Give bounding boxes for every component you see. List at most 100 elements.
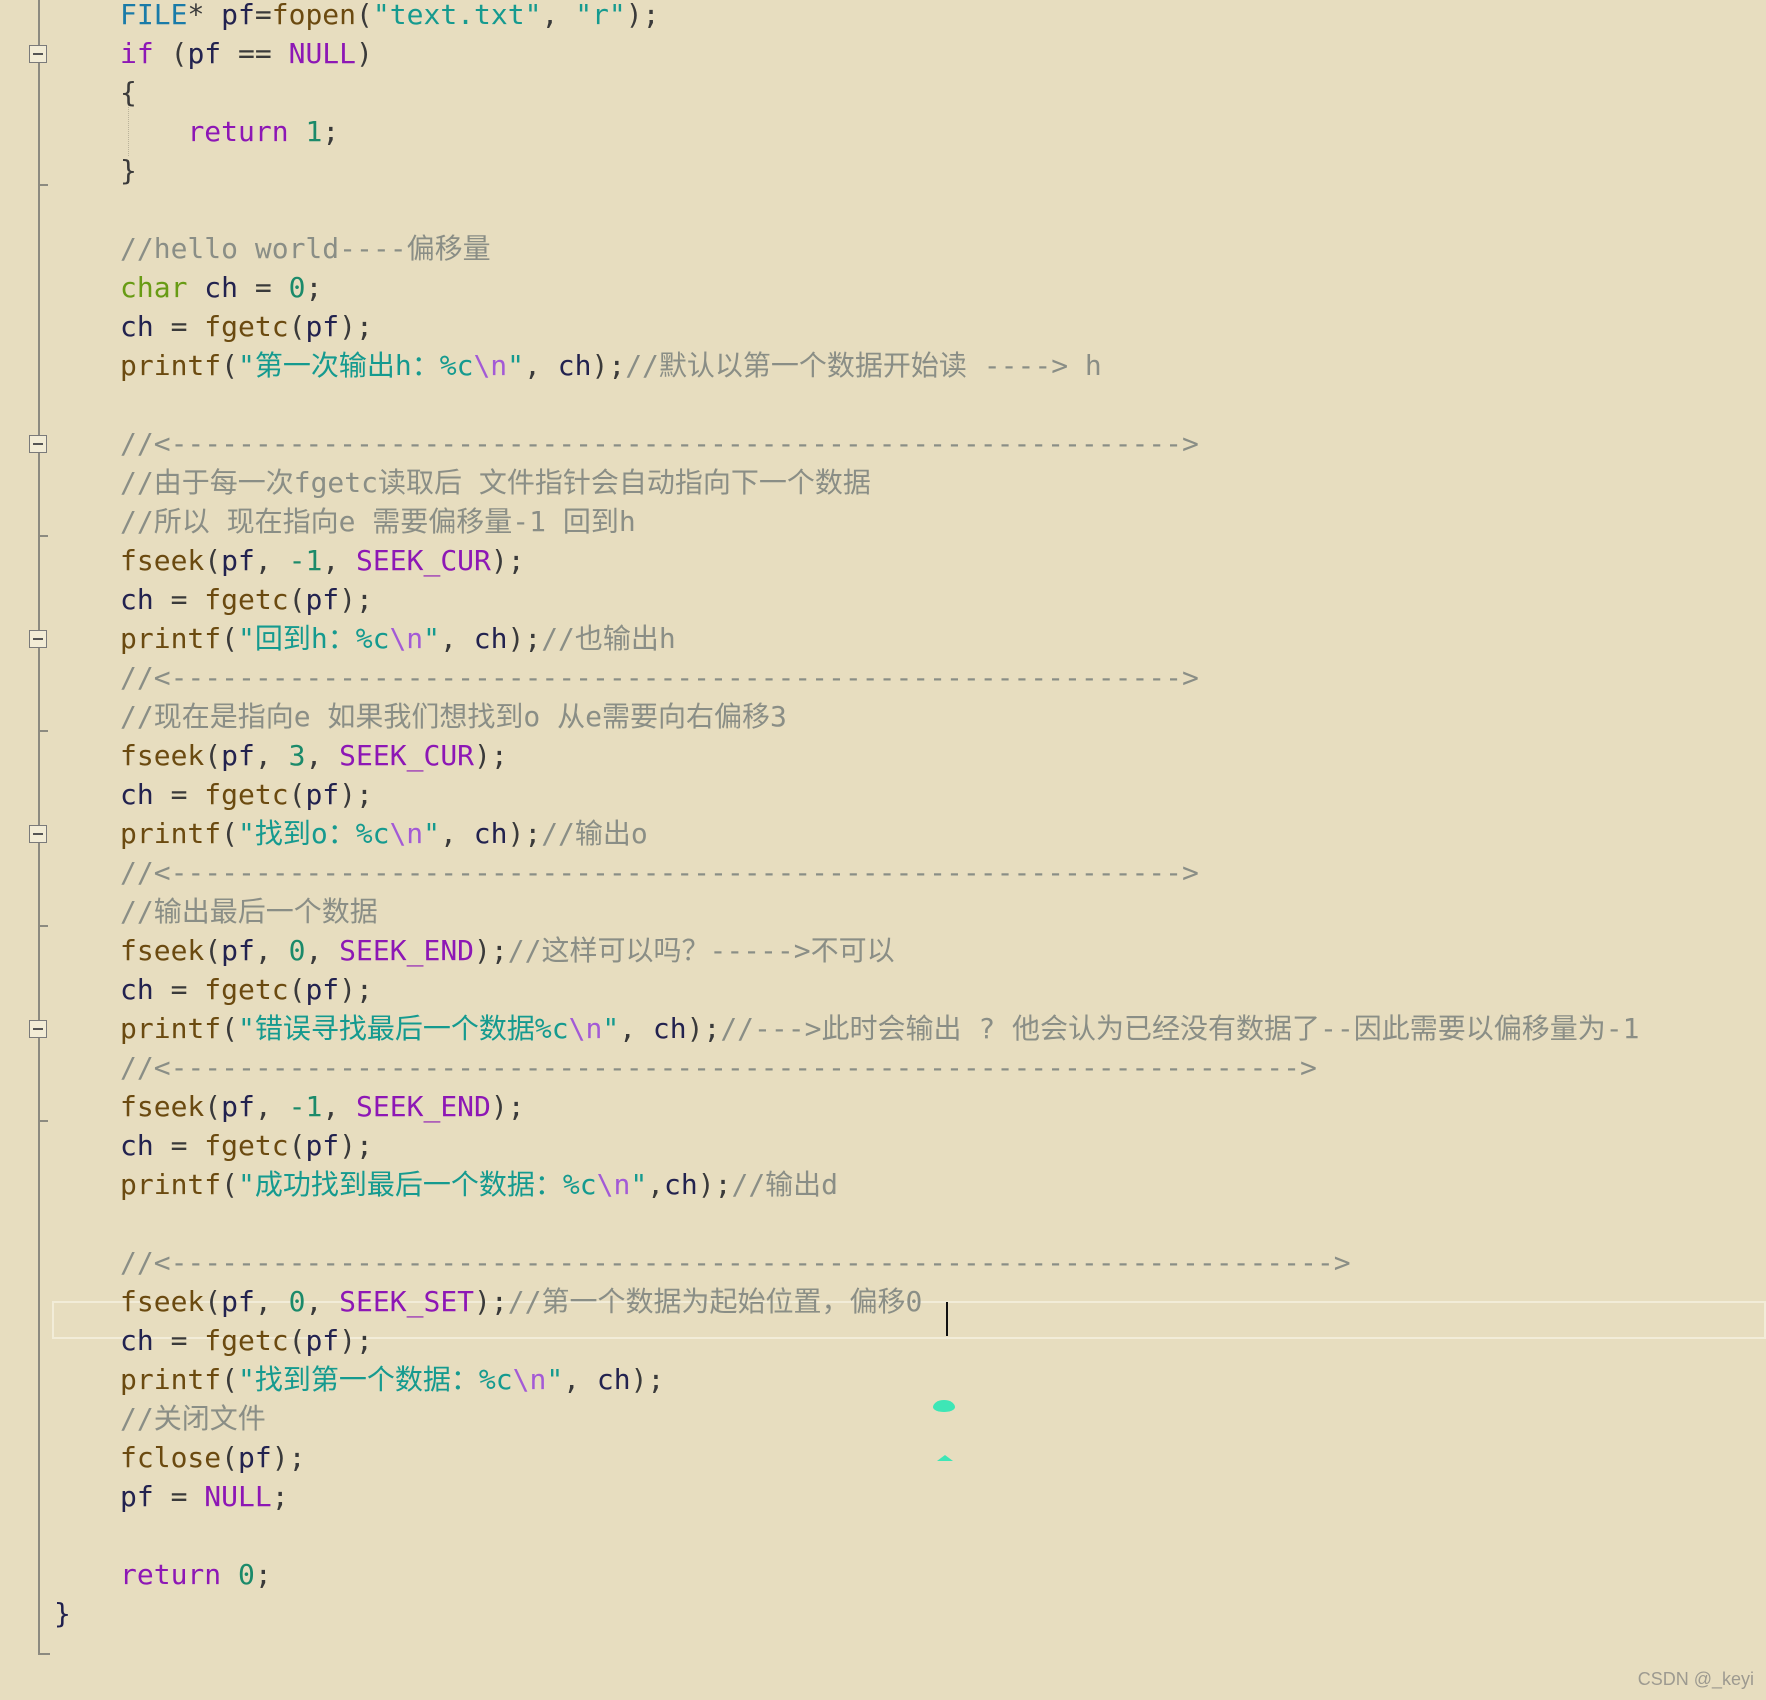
code-line[interactable]: fseek(pf, 0, SEEK_END);//这样可以吗？----->不可以 <box>120 931 895 970</box>
code-token: printf <box>120 349 222 382</box>
code-line[interactable]: if (pf == NULL) <box>120 34 373 73</box>
collapse-region-icon[interactable] <box>29 45 47 63</box>
code-token: ch <box>557 349 592 382</box>
code-token: 0 <box>238 1558 255 1591</box>
collapse-region-icon[interactable] <box>29 825 47 843</box>
collapse-region-icon[interactable] <box>29 435 47 453</box>
code-line[interactable]: //输出最后一个数据 <box>120 892 378 931</box>
code-line[interactable]: //关闭文件 <box>120 1399 266 1438</box>
code-token: NULL <box>288 37 357 70</box>
code-line[interactable]: //由于每一次fgetc读取后 文件指针会自动指向下一个数据 <box>120 463 871 502</box>
code-line[interactable]: FILE* pf=fopen("text.txt", "r"); <box>120 0 659 34</box>
code-token: pf <box>221 739 255 772</box>
code-line[interactable]: } <box>120 151 137 190</box>
code-token: ( <box>221 1441 239 1474</box>
code-line[interactable]: ch = fgetc(pf); <box>120 775 373 814</box>
fold-gutter-end <box>38 1653 50 1655</box>
code-line[interactable]: //<-------------------------------------… <box>120 853 1199 892</box>
code-line[interactable]: return 1; <box>120 112 339 151</box>
code-line[interactable]: printf("找到第一个数据：%c\n", ch); <box>120 1360 664 1399</box>
code-token: pf <box>305 1324 340 1357</box>
fold-end-tick <box>38 1120 48 1122</box>
code-line[interactable]: ch = fgetc(pf); <box>120 970 373 1009</box>
code-line[interactable]: char ch = 0; <box>120 268 322 307</box>
code-line[interactable]: ch = fgetc(pf); <box>120 1321 373 1360</box>
code-token: = <box>153 583 205 616</box>
code-token: fgetc <box>204 583 289 616</box>
code-token: ); <box>474 1285 508 1318</box>
code-line[interactable]: //<-------------------------------------… <box>120 1048 1317 1087</box>
code-line[interactable]: pf = NULL; <box>120 1477 289 1516</box>
code-token: "第一次输出h：%c <box>238 349 474 382</box>
code-line[interactable]: printf("第一次输出h：%c\n", ch);//默认以第一个数据开始读 … <box>120 346 1102 385</box>
code-line[interactable]: printf("回到h：%c\n", ch);//也输出h <box>120 619 676 658</box>
code-token: ( <box>288 1324 306 1357</box>
code-token: //输出o <box>541 817 648 850</box>
code-token: ) <box>356 37 373 70</box>
code-token: " <box>630 1168 648 1201</box>
code-line[interactable]: //hello world----偏移量 <box>120 229 491 268</box>
code-line[interactable]: printf("成功找到最后一个数据：%c\n",ch);//输出d <box>120 1165 838 1204</box>
code-line[interactable]: fseek(pf, 0, SEEK_SET);//第一个数据为起始位置，偏移0 <box>120 1282 922 1321</box>
code-line[interactable]: //<-------------------------------------… <box>120 1243 1351 1282</box>
fold-end-tick <box>38 925 48 927</box>
code-token: , <box>524 349 558 382</box>
code-line[interactable]: //现在是指向e 如果我们想找到o 从e需要向右偏移3 <box>120 697 787 736</box>
code-token: " <box>507 349 525 382</box>
code-token: ( <box>288 583 306 616</box>
code-line[interactable]: { <box>120 73 137 112</box>
code-line[interactable]: printf("错误寻找最后一个数据%c\n", ch);//--->此时会输出… <box>120 1009 1639 1048</box>
code-token: ch <box>652 1012 687 1045</box>
code-token: //hello world----偏移量 <box>120 232 491 265</box>
code-token: fgetc <box>204 973 289 1006</box>
collapse-region-icon[interactable] <box>29 630 47 648</box>
code-token: //第一个数据为起始位置，偏移0 <box>507 1285 923 1318</box>
code-token: return <box>120 1558 222 1591</box>
code-token: "r" <box>575 0 626 31</box>
code-token: ); <box>490 1090 525 1123</box>
code-token: ( <box>288 973 306 1006</box>
code-token: printf <box>120 622 222 655</box>
code-token: SEEK_END <box>339 934 475 967</box>
code-line[interactable]: ch = fgetc(pf); <box>120 580 373 619</box>
code-line[interactable]: fclose(pf); <box>120 1438 305 1477</box>
code-line[interactable]: //所以 现在指向e 需要偏移量-1 回到h <box>120 502 636 541</box>
code-token: //<-------------------------------------… <box>120 1051 1317 1084</box>
code-line[interactable]: return 0; <box>120 1555 272 1594</box>
code-token: //<-------------------------------------… <box>120 661 1199 694</box>
code-line[interactable]: ch = fgetc(pf); <box>120 307 373 346</box>
code-token: , <box>440 622 474 655</box>
function-closing-brace[interactable]: } <box>54 1594 71 1633</box>
code-token: ch <box>473 817 508 850</box>
code-line[interactable]: fseek(pf, 3, SEEK_CUR); <box>120 736 508 775</box>
code-token: pf <box>221 544 255 577</box>
code-token: //也输出h <box>541 622 676 655</box>
code-token: ch <box>120 1324 154 1357</box>
code-token: -1 <box>288 1090 323 1123</box>
code-token: = <box>153 1480 205 1513</box>
code-token: , <box>305 1285 340 1318</box>
code-line[interactable]: //<-------------------------------------… <box>120 658 1199 697</box>
code-token: ( <box>356 0 373 31</box>
code-token: ); <box>339 973 373 1006</box>
code-line[interactable]: fseek(pf, -1, SEEK_CUR); <box>120 541 525 580</box>
code-token: "错误寻找最后一个数据%c <box>238 1012 569 1045</box>
pin-tip-icon <box>937 1455 953 1461</box>
code-line[interactable]: printf("找到o：%c\n", ch);//输出o <box>120 814 648 853</box>
code-token: ( <box>204 934 222 967</box>
code-line[interactable]: ch = fgetc(pf); <box>120 1126 373 1165</box>
code-token: ( <box>221 1168 239 1201</box>
code-line[interactable]: //<-------------------------------------… <box>120 424 1199 463</box>
code-line[interactable]: fseek(pf, -1, SEEK_END); <box>120 1087 525 1126</box>
code-token: ); <box>507 622 542 655</box>
code-token: ; <box>322 115 340 148</box>
code-token: pf <box>238 1441 272 1474</box>
code-token: = <box>153 1324 205 1357</box>
code-token: = <box>153 310 205 343</box>
code-editor[interactable]: FILE* pf=fopen("text.txt", "r"); if (pf =… <box>0 0 1766 1700</box>
code-token: pf <box>187 37 222 70</box>
collapse-region-icon[interactable] <box>29 1020 47 1038</box>
code-token: fgetc <box>204 1129 289 1162</box>
